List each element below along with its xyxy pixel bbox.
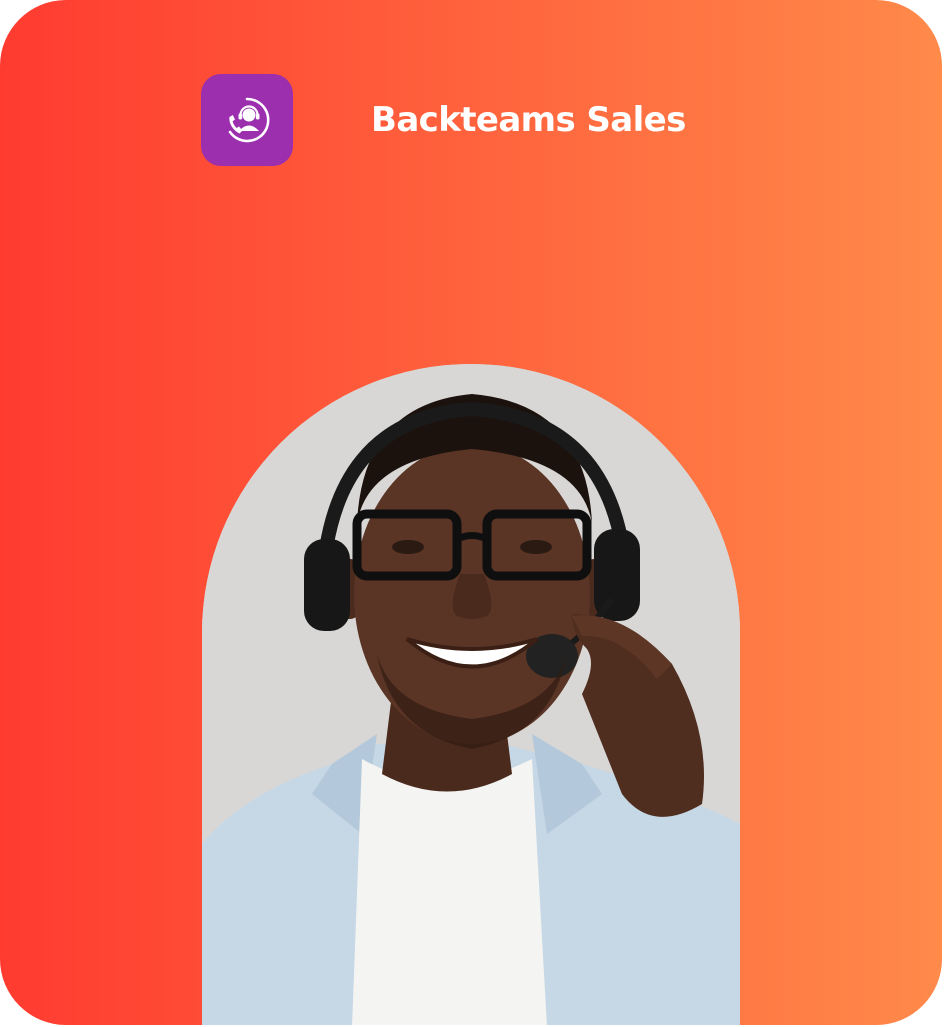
app-icon bbox=[201, 74, 293, 166]
photo-arch bbox=[202, 364, 740, 1025]
promo-card: Backteams Sales bbox=[0, 0, 942, 1025]
app-title: Backteams Sales bbox=[371, 100, 686, 140]
headset-agent-icon bbox=[228, 97, 270, 143]
smiling-support-agent-photo bbox=[202, 364, 740, 1025]
